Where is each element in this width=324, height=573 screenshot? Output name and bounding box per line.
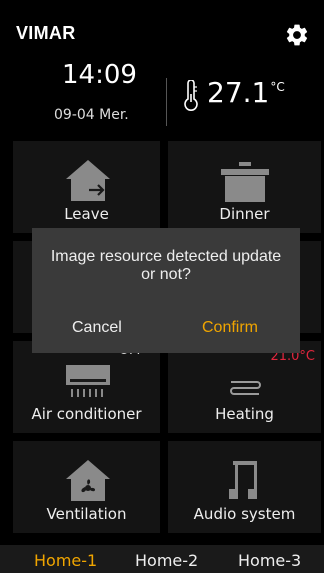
device-tile-heating[interactable]: 21.0°C Heating <box>168 341 321 433</box>
pot-icon <box>221 162 269 202</box>
music-note-icon <box>229 461 257 499</box>
update-dialog: Image resource detected update or not? C… <box>32 228 300 353</box>
scene-tile-leave[interactable]: Leave <box>13 141 160 233</box>
gear-icon[interactable] <box>284 22 310 48</box>
tile-label: Heating <box>215 405 274 423</box>
device-tile-ventilation[interactable]: Ventilation <box>13 441 160 533</box>
tile-label: Air conditioner <box>31 405 142 423</box>
tile-label: Leave <box>64 205 109 223</box>
device-tile-audio[interactable]: Audio system <box>168 441 321 533</box>
header-divider <box>166 78 167 126</box>
device-tile-air-conditioner[interactable]: OFF Air conditioner <box>13 341 160 433</box>
air-conditioner-icon <box>66 365 110 397</box>
top-bar: VIMAR <box>0 0 324 60</box>
radiator-icon <box>230 381 261 395</box>
house-exit-icon <box>66 160 110 201</box>
home-tab-bar: Home-1 Home-2 Home-3 <box>0 545 324 573</box>
confirm-button[interactable]: Confirm <box>202 319 258 337</box>
tab-home-3[interactable]: Home-3 <box>238 551 301 570</box>
temperature-readout: 27.1°C <box>207 76 285 109</box>
clock-date: 09-04 Mer. <box>54 107 129 123</box>
house-fan-icon <box>66 460 110 501</box>
tab-home-2[interactable]: Home-2 <box>135 551 198 570</box>
tab-home-1[interactable]: Home-1 <box>34 551 97 570</box>
tile-label: Dinner <box>219 205 270 223</box>
temperature-value: 27.1 <box>207 76 270 109</box>
tile-label: Audio system <box>193 505 296 523</box>
scene-tile-dinner[interactable]: Dinner <box>168 141 321 233</box>
tile-label: Ventilation <box>46 505 127 523</box>
clock-time: 14:09 <box>62 60 137 90</box>
thermometer-icon <box>184 80 198 111</box>
cancel-button[interactable]: Cancel <box>72 319 122 337</box>
dialog-message: Image resource detected update or not? <box>50 248 282 283</box>
temperature-unit: °C <box>270 80 285 94</box>
brand-logo: VIMAR <box>16 23 76 43</box>
